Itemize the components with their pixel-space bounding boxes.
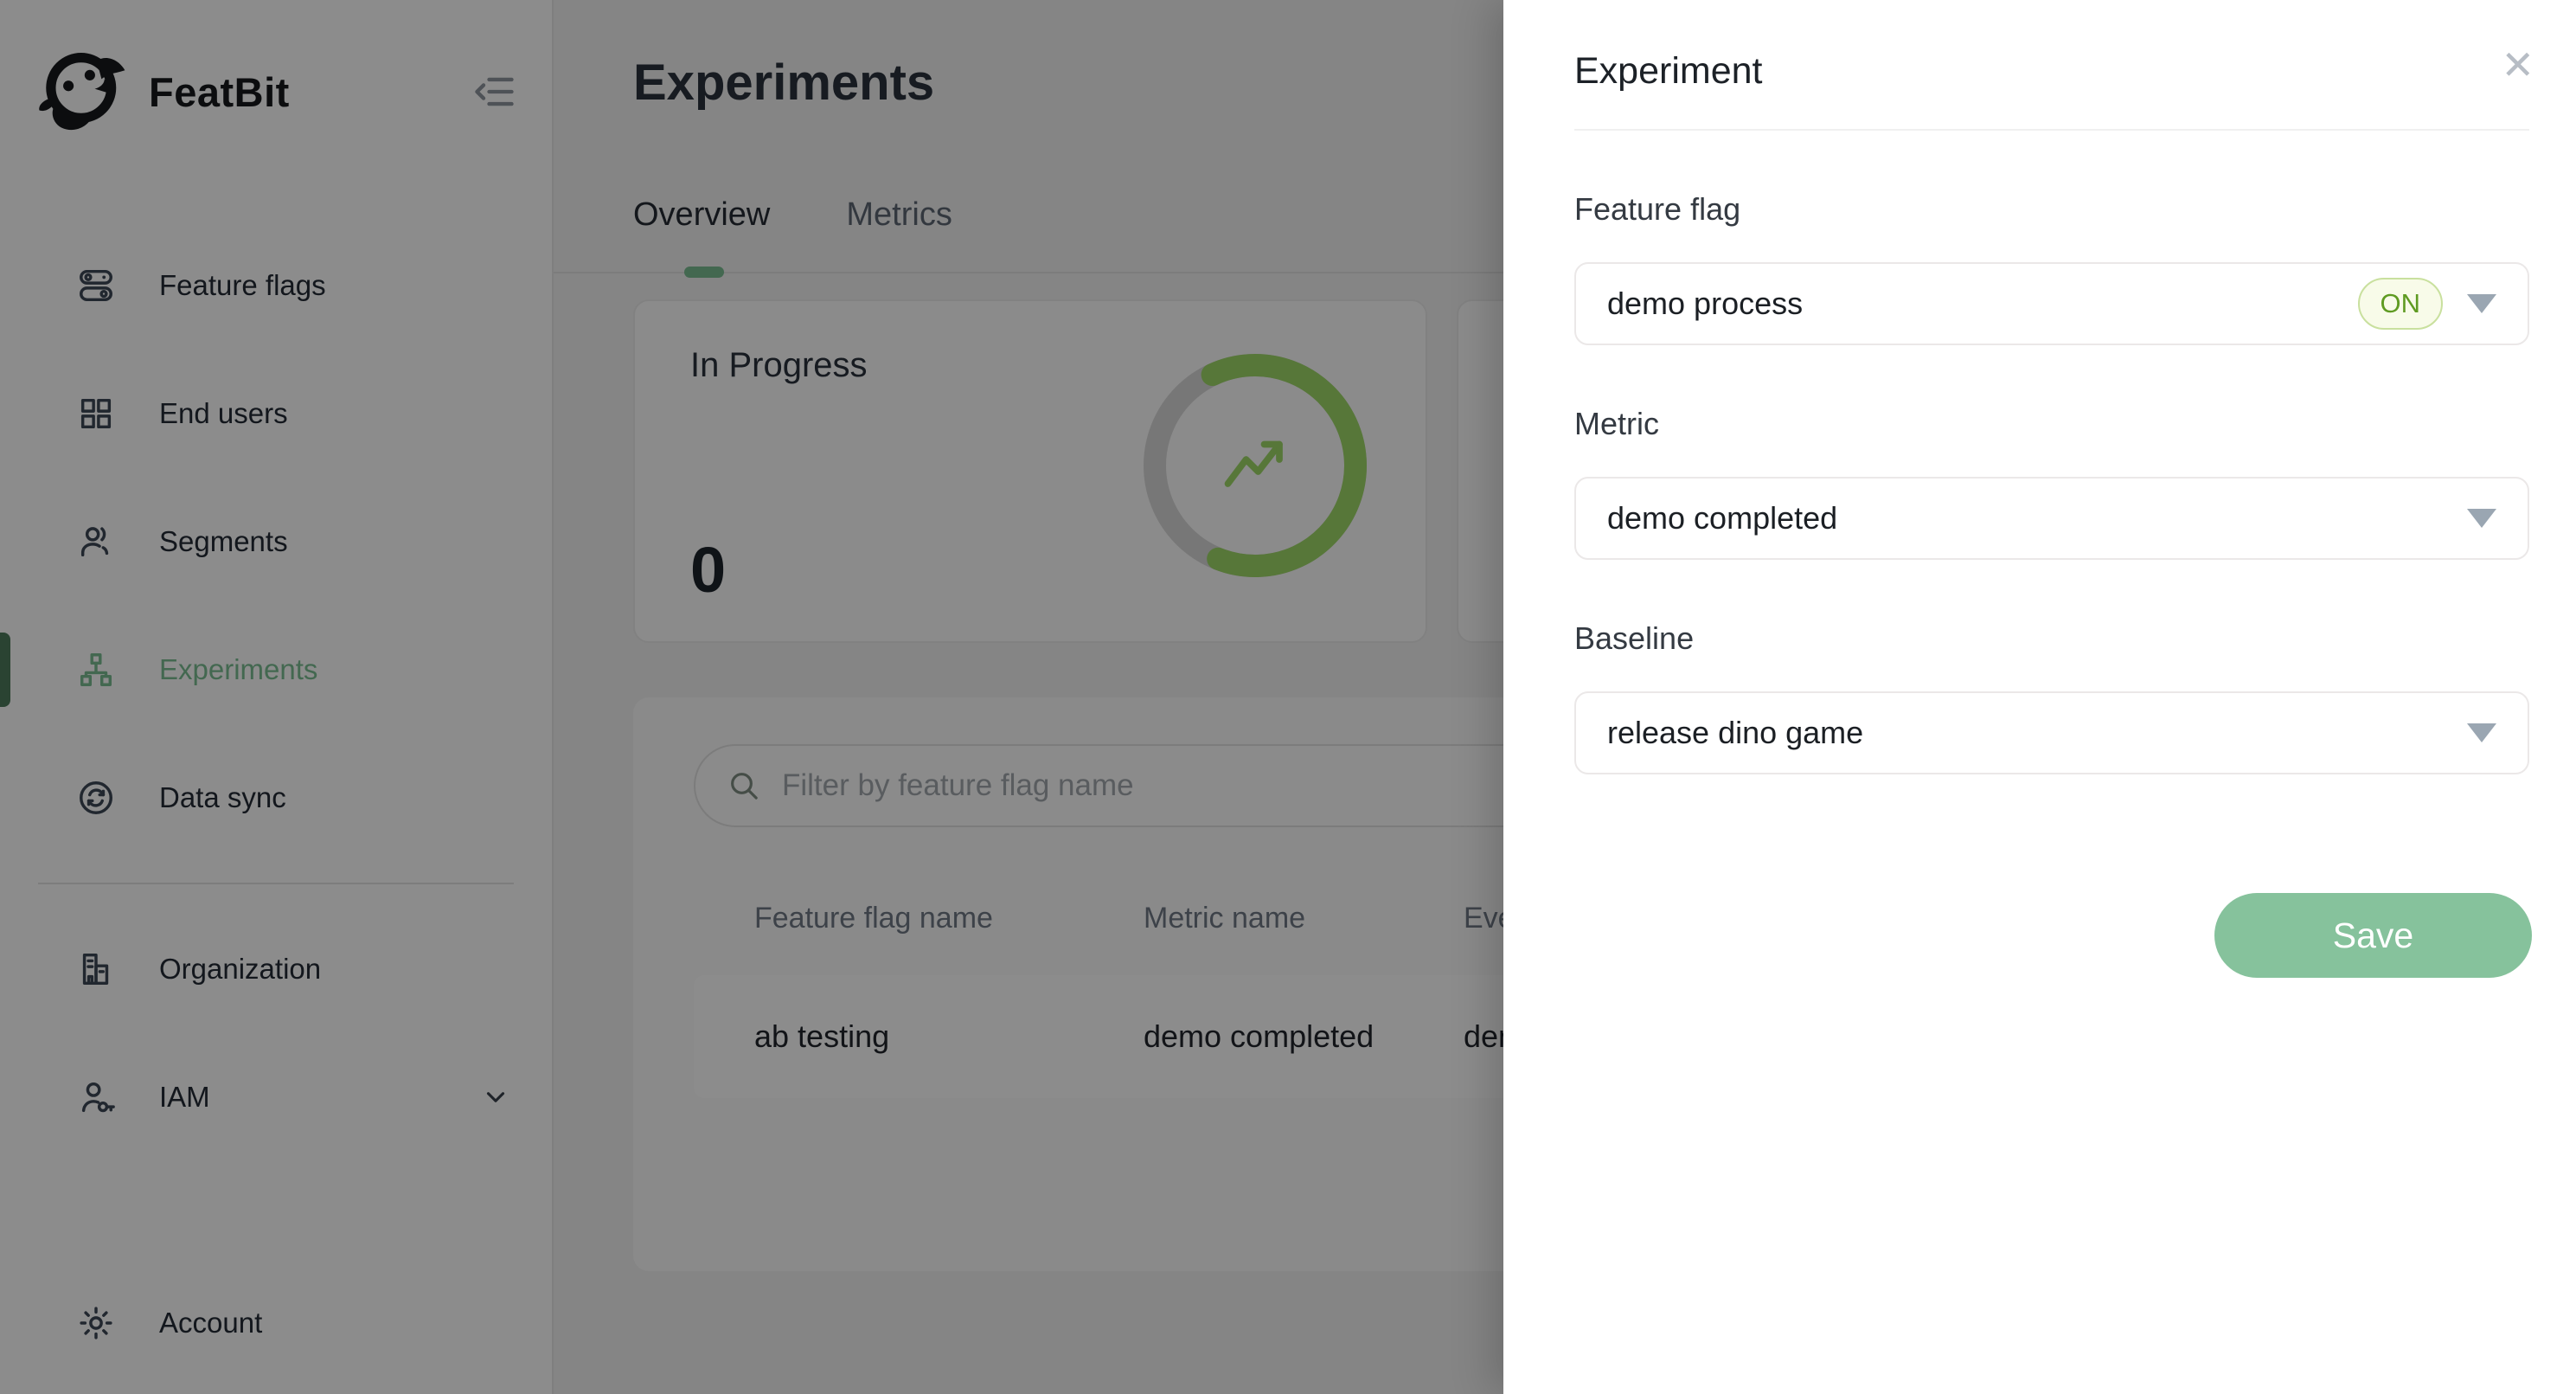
metric-select[interactable]: demo completed [1574, 477, 2529, 560]
dropdown-caret-icon [2467, 509, 2496, 528]
metric-value: demo completed [1607, 500, 1837, 536]
metric-label: Metric [1574, 406, 2529, 442]
drawer-header: Experiment ✕ [1574, 0, 2529, 93]
baseline-select[interactable]: release dino game [1574, 691, 2529, 774]
save-button[interactable]: Save [2214, 893, 2532, 978]
flag-on-badge: ON [2358, 278, 2444, 330]
feature-flag-select[interactable]: demo process ON [1574, 262, 2529, 345]
drawer-divider [1574, 129, 2529, 131]
baseline-label: Baseline [1574, 620, 2529, 657]
baseline-value: release dino game [1607, 715, 1863, 751]
dropdown-caret-icon [2467, 294, 2496, 313]
feature-flag-label: Feature flag [1574, 191, 2529, 228]
experiment-drawer: Experiment ✕ Feature flag demo process O… [1503, 0, 2576, 1394]
dropdown-caret-icon [2467, 723, 2496, 742]
drawer-title: Experiment [1574, 50, 2529, 93]
feature-flag-value: demo process [1607, 286, 1803, 322]
close-icon[interactable]: ✕ [2501, 45, 2534, 85]
